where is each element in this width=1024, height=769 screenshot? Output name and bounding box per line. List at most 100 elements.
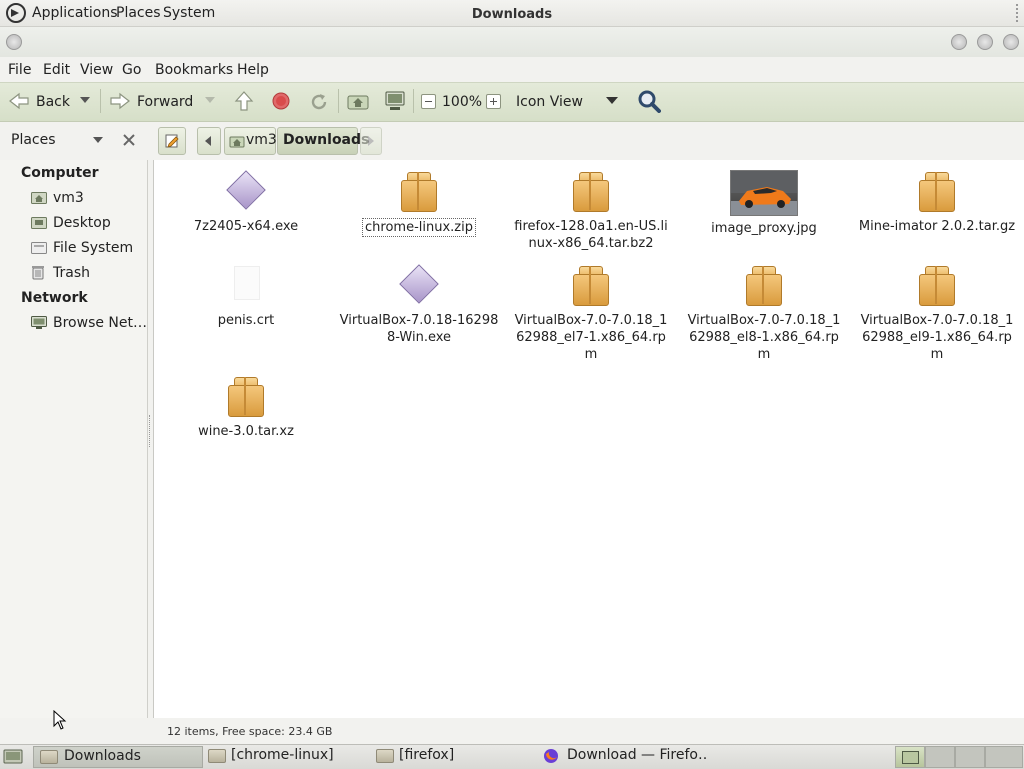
menu-file[interactable]: File [8,62,31,78]
forward-history-dropdown-icon[interactable] [205,97,215,103]
folder-icon [208,749,226,763]
file-item[interactable]: 7z2405-x64.exe [166,170,326,235]
sidebar-item-vm3[interactable]: vm3 [53,190,84,206]
file-item[interactable]: VirtualBox-7.0.18-162988-Win.exe [339,264,499,346]
toolbar-separator [100,89,101,113]
menu-edit[interactable]: Edit [43,62,70,78]
sidebar-item-trash[interactable]: Trash [53,265,90,281]
file-item[interactable]: VirtualBox-7.0-7.0.18_162988_el7-1.x86_6… [511,264,671,363]
crumb-label: vm3 [246,132,277,148]
view-mode-select[interactable]: Icon View [516,94,583,110]
path-crumb-current[interactable]: Downloads [277,127,369,155]
chevron-right-icon [368,136,374,146]
forward-button[interactable]: Forward [137,94,193,110]
workspace-2[interactable] [925,746,955,768]
image-thumbnail-icon [730,170,798,216]
sidebar-item-desktop[interactable]: Desktop [53,215,111,231]
home-icon [229,136,245,148]
taskbar-label: Downloads [64,748,141,764]
taskbar-item-downloads[interactable]: Downloads [33,746,203,768]
file-item[interactable]: chrome-linux.zip [339,170,499,237]
file-item[interactable]: Mine-imator 2.0.2.tar.gz [857,170,1017,235]
package-icon [571,264,611,308]
network-icon [31,316,47,329]
folder-icon [40,750,58,764]
sidebar-type-dropdown-icon[interactable] [93,137,103,143]
taskbar-item-firefox[interactable]: [firefox] [371,746,539,766]
back-arrow-icon[interactable] [8,91,30,111]
home-folder-icon [31,191,47,204]
file-name: chrome-linux.zip [362,218,476,237]
maximize-button[interactable] [977,34,993,50]
file-name: VirtualBox-7.0-7.0.18_162988_el8-1.x86_6… [687,313,841,362]
file-item[interactable]: image_proxy.jpg [684,170,844,237]
file-item[interactable]: VirtualBox-7.0-7.0.18_162988_el8-1.x86_6… [684,264,844,363]
edit-location-icon [165,134,179,148]
zoom-level: 100% [442,94,483,110]
path-crumb-home[interactable]: vm3 [224,127,277,155]
package-icon [917,170,957,214]
window-title: Downloads [471,7,553,22]
search-icon[interactable] [637,89,661,113]
workspace-1[interactable] [895,746,925,768]
computer-icon[interactable] [384,90,406,112]
reload-icon[interactable] [309,92,329,112]
sidebar-item-filesystem[interactable]: File System [53,240,133,256]
file-name: VirtualBox-7.0-7.0.18_162988_el9-1.x86_6… [860,313,1014,362]
sidebar-section-network: Network [21,290,88,306]
status-text: 12 items, Free space: 23.4 GB [167,725,333,738]
path-scroll-right-button[interactable] [360,127,382,155]
forward-arrow-icon[interactable] [109,91,131,111]
stop-icon[interactable] [272,92,290,110]
zoom-in-icon[interactable] [486,94,501,109]
menu-go[interactable]: Go [122,62,141,78]
home-folder-icon[interactable] [347,92,369,110]
file-name: wine-3.0.tar.xz [198,424,294,439]
close-sidebar-icon[interactable] [122,133,136,147]
window-titlebar[interactable] [0,27,1024,57]
package-icon [917,264,957,308]
workspace-4[interactable] [985,746,1023,768]
up-arrow-icon[interactable] [234,90,254,112]
close-button[interactable] [1003,34,1019,50]
file-name: VirtualBox-7.0-7.0.18_162988_el7-1.x86_6… [514,313,668,362]
executable-icon [226,170,266,214]
file-item[interactable]: VirtualBox-7.0-7.0.18_162988_el9-1.x86_6… [857,264,1017,363]
firefox-icon [544,749,558,763]
toggle-location-entry-button[interactable] [158,127,186,155]
path-scroll-left-button[interactable] [197,127,221,155]
toolbar-separator [413,89,414,113]
view-mode-dropdown-icon[interactable] [606,97,618,104]
desktop-folder-icon [31,216,47,229]
file-item[interactable]: wine-3.0.tar.xz [166,375,326,440]
window-menu-icon[interactable] [6,34,22,50]
file-name: Mine-imator 2.0.2.tar.gz [858,219,1016,234]
folder-icon [376,749,394,763]
workspace-3[interactable] [955,746,985,768]
menu-bookmarks[interactable]: Bookmarks [155,62,233,78]
taskbar-item-firefox-downloads[interactable]: Download — Firefo… [539,746,707,766]
file-name: penis.crt [217,313,275,328]
show-desktop-icon[interactable] [3,747,23,764]
package-icon [399,170,439,214]
crumb-label: Downloads [283,132,370,148]
taskbar-label: [chrome-linux] [231,747,334,763]
menubar [0,58,1024,82]
trash-icon [31,265,47,280]
minimize-button[interactable] [951,34,967,50]
zoom-out-icon[interactable] [421,94,436,109]
menu-view[interactable]: View [80,62,113,78]
file-icon-view[interactable]: 7z2405-x64.exe chrome-linux.zip firefox-… [153,160,1024,718]
file-name: 7z2405-x64.exe [193,219,299,234]
back-history-dropdown-icon[interactable] [80,97,90,103]
sidebar-type-select[interactable]: Places [11,132,56,148]
toolbar-separator [338,89,339,113]
file-item[interactable]: penis.crt [166,264,326,329]
sidebar-item-browse-network[interactable]: Browse Net… [53,315,147,331]
menu-help[interactable]: Help [237,62,269,78]
executable-icon [399,264,439,308]
file-name: firefox-128.0a1.en-US.linux-x86_64.tar.b… [514,219,668,251]
taskbar-item-chrome-linux[interactable]: [chrome-linux] [203,746,371,766]
back-button[interactable]: Back [36,94,70,110]
file-item[interactable]: firefox-128.0a1.en-US.linux-x86_64.tar.b… [511,170,671,252]
